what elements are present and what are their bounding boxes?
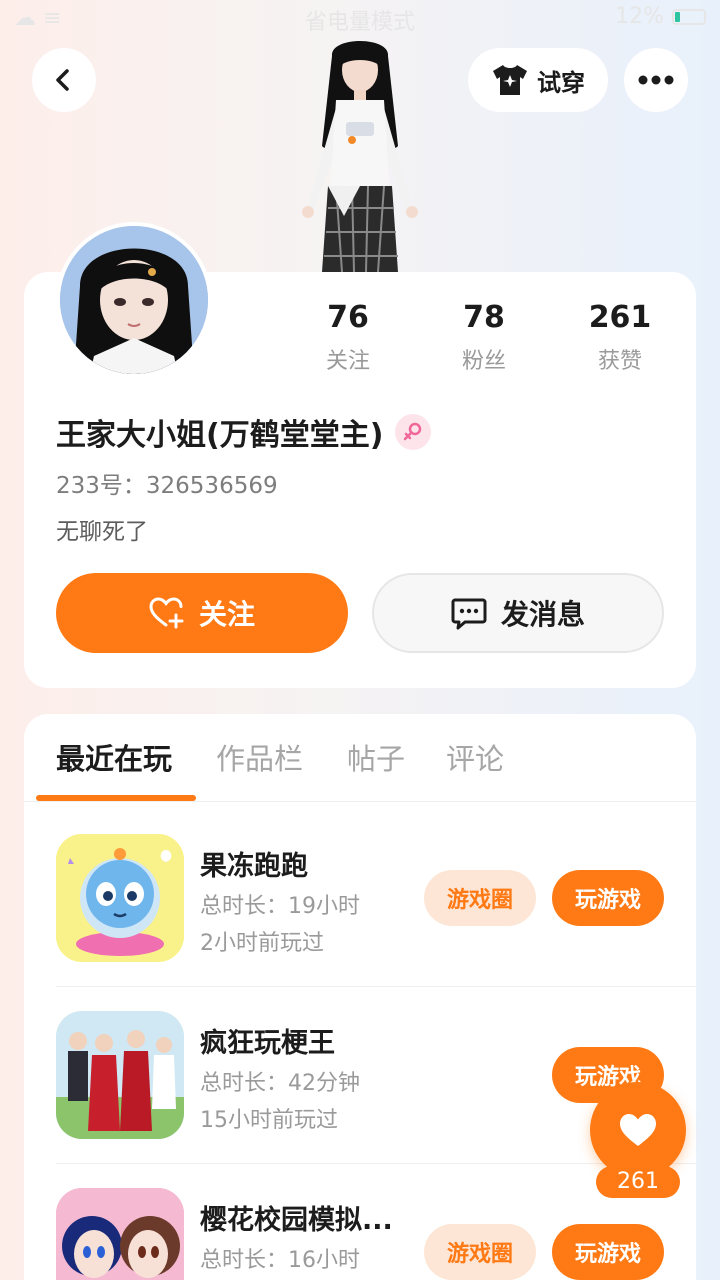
tshirt-icon xyxy=(493,65,527,95)
game-title: 果冻跑跑 xyxy=(200,851,308,882)
send-message-button[interactable]: 发消息 xyxy=(372,573,664,653)
game-circle-button[interactable]: 游戏圈 xyxy=(424,1224,536,1280)
female-gender-icon xyxy=(395,414,432,450)
followers-label: 粉丝 xyxy=(461,349,506,374)
stat-following[interactable]: 76 关注 xyxy=(288,300,408,375)
followers-count: 78 xyxy=(463,300,505,335)
tab-posts[interactable]: 帖子 xyxy=(347,736,405,778)
status-bar: ☁ ≡ 省电量模式 12% xyxy=(0,0,720,38)
game-title: 疯狂玩梗王 xyxy=(200,1028,335,1059)
back-button[interactable] xyxy=(32,48,96,112)
stat-likes[interactable]: 261 获赞 xyxy=(560,300,680,375)
heart-plus-icon xyxy=(149,597,184,629)
game-last-played: 2小时前玩过 xyxy=(200,931,324,956)
tab-works[interactable]: 作品栏 xyxy=(216,736,303,778)
play-game-button[interactable]: 玩游戏 xyxy=(552,870,664,926)
game-icon-sakura-school xyxy=(56,1188,184,1280)
game-circle-button[interactable]: 游戏圈 xyxy=(424,870,536,926)
play-game-button[interactable]: 玩游戏 xyxy=(552,1224,664,1280)
floating-like-count: 261 xyxy=(596,1166,680,1198)
avatar[interactable] xyxy=(56,222,212,378)
game-last-played: 15小时前玩过 xyxy=(200,1108,338,1133)
more-button[interactable] xyxy=(624,48,688,112)
heart-icon xyxy=(620,1114,656,1146)
game-icon-crazy-meme-king xyxy=(56,1011,184,1139)
follow-label: 关注 xyxy=(198,598,255,631)
game-duration: 总时长：42分钟 xyxy=(200,1071,360,1096)
following-count: 76 xyxy=(327,300,369,335)
nickname: 王家大小姐(万鹤堂堂主) xyxy=(56,418,384,453)
battery-icon xyxy=(672,8,706,25)
avatar-image xyxy=(60,226,208,374)
profile-page: ☁ ≡ 省电量模式 12% 试穿 76 关注 78 粉丝 261 获赞 王家大小… xyxy=(0,0,720,1280)
chat-bubble-icon xyxy=(451,598,487,630)
try-on-label: 试穿 xyxy=(537,68,585,97)
user-id: 233号：326536569 xyxy=(56,473,278,499)
more-dots-icon xyxy=(638,75,674,85)
character-avatar-figure xyxy=(302,41,418,272)
chevron-left-icon xyxy=(56,69,69,91)
game-duration: 总时长：16小时 xyxy=(200,1248,360,1273)
nickname-row: 王家大小姐(万鹤堂堂主) xyxy=(56,410,432,454)
stat-followers[interactable]: 78 粉丝 xyxy=(424,300,544,375)
game-icon-jelly-run xyxy=(56,834,184,962)
power-saving-mode-label: 省电量模式 xyxy=(304,10,415,35)
tab-recently-played[interactable]: 最近在玩 xyxy=(56,736,172,778)
likes-label: 获赞 xyxy=(597,349,642,374)
battery-percent: 12% xyxy=(615,4,664,29)
game-row[interactable]: 果冻跑跑 总时长：19小时 2小时前玩过 游戏圈 玩游戏 xyxy=(24,810,696,986)
follow-button[interactable]: 关注 xyxy=(56,573,348,653)
try-on-button[interactable]: 试穿 xyxy=(468,48,608,112)
likes-count: 261 xyxy=(588,300,652,335)
tab-comments[interactable]: 评论 xyxy=(446,736,504,778)
game-title: 樱花校园模拟... xyxy=(200,1205,393,1236)
send-message-label: 发消息 xyxy=(500,598,585,631)
floating-like-button[interactable] xyxy=(590,1082,686,1178)
tabs-divider xyxy=(24,801,696,802)
status-right: 12% xyxy=(615,4,706,29)
following-label: 关注 xyxy=(325,349,370,374)
game-duration: 总时长：19小时 xyxy=(200,894,360,919)
bio: 无聊死了 xyxy=(56,519,148,545)
